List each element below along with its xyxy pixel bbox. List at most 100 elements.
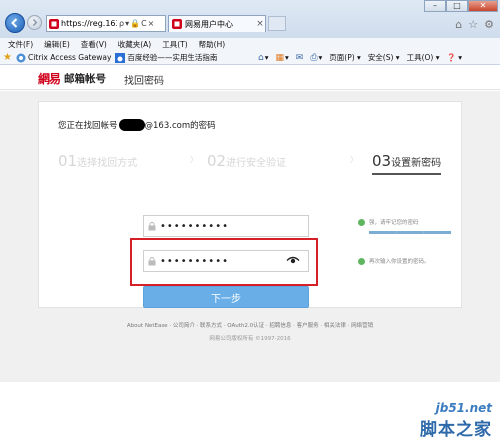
command-bar: ★ Citrix Access Gateway 百度经验——实用生活指南 ⌂ ▾ … xyxy=(0,51,500,65)
browser-tab[interactable]: 网易用户中心 × xyxy=(168,15,266,32)
strength-bar xyxy=(369,231,452,234)
address-tools: ρ ▾ 🔒 C × xyxy=(119,19,154,28)
lock-icon[interactable]: 🔒 xyxy=(130,19,140,28)
footer-copyright: 网易公司版权所有 ©1997-2016 xyxy=(209,336,291,342)
footer: About NetEase · 公司简介 · 联系方式 · OAuth2.0认证… xyxy=(0,321,500,342)
cmd-safety[interactable]: 安全(S) ▾ xyxy=(368,52,400,63)
account-suffix: @163.com的密码 xyxy=(144,121,216,131)
stop-icon[interactable]: × xyxy=(148,19,155,28)
cmd-feeds[interactable]: ▦ ▾ xyxy=(275,53,288,63)
site-header: 網易 邮箱帐号 找回密码 xyxy=(0,65,500,90)
logo-title: 邮箱帐号 xyxy=(64,73,107,85)
browser-window: https://reg.163.co... ρ ▾ 🔒 C × 网易用户中心 ×… xyxy=(0,0,500,442)
address-bar[interactable]: https://reg.163.co... ρ ▾ 🔒 C × xyxy=(46,15,166,32)
menu-edit[interactable]: 编辑(E) xyxy=(44,39,70,50)
redacted-account xyxy=(118,119,145,131)
search-icon[interactable]: ρ xyxy=(119,19,124,28)
confirm-hint-text: 再次输入你设置的密码。 xyxy=(369,259,430,265)
cmd-print-arrow: ▾ xyxy=(318,53,323,62)
tab-label: 网易用户中心 xyxy=(185,19,233,29)
strength-segment xyxy=(396,231,424,234)
cmd-feeds-arrow: ▾ xyxy=(285,53,289,62)
new-password-input[interactable] xyxy=(160,220,280,232)
password-strength: 强，请牢记您的密码 xyxy=(358,218,462,234)
progress-steps: 01 选择找回方式 〉 02 进行安全验证 〉 03 设置新密码 xyxy=(58,152,448,175)
settings-gear-icon[interactable]: ⚙ xyxy=(484,18,494,31)
favorite-citrix[interactable]: Citrix Access Gateway xyxy=(16,53,111,63)
tab-close-icon[interactable]: × xyxy=(255,19,265,29)
baidu-icon xyxy=(115,52,126,63)
cmd-tools[interactable]: 工具(O) ▾ xyxy=(407,52,440,63)
menu-view[interactable]: 查看(V) xyxy=(81,39,107,50)
back-button[interactable] xyxy=(5,13,25,33)
maximize-button[interactable]: □ xyxy=(446,0,468,12)
address-url[interactable]: https://reg.163.co... xyxy=(61,19,117,28)
favorites-star-small-icon[interactable]: ★ xyxy=(3,52,12,63)
new-password-field[interactable] xyxy=(143,215,309,237)
netease-logo[interactable]: 網易 邮箱帐号 xyxy=(38,70,106,87)
footer-links[interactable]: About NetEase · 公司简介 · 联系方式 · OAuth2.0认证… xyxy=(0,321,500,329)
forward-button[interactable] xyxy=(27,15,42,30)
watermark-name: 脚本之家 xyxy=(420,420,492,440)
close-window-button[interactable]: ✕ xyxy=(468,0,498,12)
step-3-number: 03 xyxy=(372,152,392,170)
mail-icon: ✉ xyxy=(295,52,304,63)
check-icon xyxy=(358,257,365,265)
step-3-label: 设置新密码 xyxy=(391,158,442,169)
watermark: jb51.net 脚本之家 xyxy=(420,401,492,440)
browser-titlebar: https://reg.163.co... ρ ▾ 🔒 C × 网易用户中心 ×… xyxy=(0,0,500,38)
step-1: 01 选择找回方式 xyxy=(58,152,137,170)
favorite-baidu[interactable]: 百度经验——实用生活指南 xyxy=(115,52,217,63)
menu-help[interactable]: 帮助(H) xyxy=(199,39,226,50)
favorite-citrix-label: Citrix Access Gateway xyxy=(27,53,112,62)
strength-segment xyxy=(369,231,396,234)
menu-favorites[interactable]: 收藏夹(A) xyxy=(118,39,151,50)
step-separator-icon: 〉 xyxy=(350,155,358,164)
home-icon[interactable]: ⌂ xyxy=(455,18,462,31)
menu-bar: 文件(F) 编辑(E) 查看(V) 收藏夹(A) 工具(T) 帮助(H) xyxy=(0,38,500,51)
feeds-icon: ▦ xyxy=(275,52,284,63)
favorite-baidu-label: 百度经验——实用生活指南 xyxy=(127,53,218,62)
step-2-label: 进行安全验证 xyxy=(226,158,287,169)
cmd-help[interactable]: ❓ ▾ xyxy=(446,53,462,62)
home-small-icon: ⌂ xyxy=(258,52,264,63)
cmd-home-arrow: ▾ xyxy=(264,53,269,62)
cmd-home[interactable]: ⌂ ▾ xyxy=(258,53,268,63)
favorites-bar: ★ Citrix Access Gateway 百度经验——实用生活指南 xyxy=(3,52,217,63)
new-tab-button[interactable] xyxy=(268,16,286,31)
favorites-star-icon[interactable]: ☆ xyxy=(468,18,478,31)
step-2: 02 进行安全验证 xyxy=(207,152,286,170)
strength-segment xyxy=(424,231,452,234)
menu-tools[interactable]: 工具(T) xyxy=(162,39,187,50)
cmd-mail[interactable]: ✉ xyxy=(296,53,304,63)
next-button[interactable]: 下一步 xyxy=(143,286,309,308)
refresh-icon[interactable]: C xyxy=(141,19,147,28)
lock-icon xyxy=(144,216,160,236)
window-controls: – □ ✕ xyxy=(424,0,498,12)
cmd-print[interactable]: ⎙ ▾ xyxy=(310,53,322,63)
account-prefix: 您正在找回帐号 xyxy=(58,121,118,131)
highlight-annotation xyxy=(130,238,318,286)
step-separator-icon: 〉 xyxy=(190,155,198,164)
back-arrow-icon xyxy=(11,18,18,28)
dropdown-icon[interactable]: ▾ xyxy=(125,19,129,28)
strength-hint: 强，请牢记您的密码 xyxy=(369,220,419,226)
step-1-number: 01 xyxy=(58,152,78,170)
netease-tab-favicon-icon xyxy=(172,19,182,29)
command-items: ⌂ ▾ ▦ ▾ ✉ ⎙ ▾ 页面(P) ▾ 安全(S) ▾ 工具(O) ▾ ❓ ▾ xyxy=(258,52,462,63)
cmd-page[interactable]: 页面(P) ▾ xyxy=(329,52,361,63)
print-icon: ⎙ xyxy=(310,52,318,63)
browser-right-icons: ⌂ ☆ ⚙ xyxy=(455,18,494,31)
step-3: 03 设置新密码 xyxy=(372,152,442,175)
minimize-button[interactable]: – xyxy=(424,0,446,12)
page-title: 找回密码 xyxy=(124,76,164,87)
menu-file[interactable]: 文件(F) xyxy=(8,39,33,50)
step-2-number: 02 xyxy=(207,152,227,170)
netease-favicon-icon xyxy=(49,18,59,29)
watermark-site: jb51.net xyxy=(435,401,492,415)
check-icon xyxy=(358,218,365,226)
forward-arrow-icon xyxy=(32,18,38,27)
citrix-icon xyxy=(16,53,26,62)
confirm-hint: 再次输入你设置的密码。 xyxy=(358,257,430,265)
account-line: 您正在找回帐号 @163.com的密码 xyxy=(58,119,216,131)
